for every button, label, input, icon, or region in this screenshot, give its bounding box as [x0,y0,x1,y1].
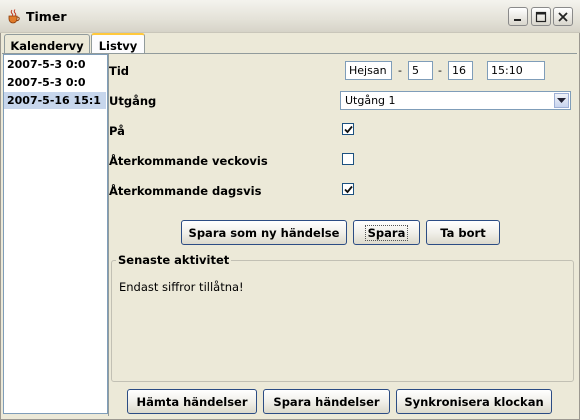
title-bar[interactable] [0,0,580,33]
tab-listvy[interactable]: Listvy [91,33,145,54]
java-cup-icon [6,8,22,24]
list-item-selected[interactable]: 2007-5-16 15:1 [4,92,106,109]
save-as-new-button[interactable]: Spara som ny händelse [181,220,347,245]
checkmark-icon [343,185,353,193]
date-separator: - [398,64,402,77]
maximize-button[interactable] [531,7,551,26]
chevron-down-icon [557,97,566,103]
weekly-label: Återkommande veckovis [109,154,268,168]
close-button[interactable] [553,7,573,26]
on-label: På [109,124,125,138]
delete-button[interactable]: Ta bort [426,220,500,245]
minimize-icon [514,18,521,21]
minimize-button[interactable] [508,7,528,26]
save-button[interactable]: Spara [353,220,420,245]
output-label: Utgång [109,94,157,108]
sync-clock-button[interactable]: Synkronisera klockan [396,389,552,414]
save-button-label: Spara [364,224,409,241]
month-field[interactable]: 5 [408,61,433,80]
weekly-checkbox[interactable] [342,153,354,165]
close-icon [558,11,568,22]
event-name-field[interactable]: Hejsan [345,61,392,80]
activity-message: Endast siffror tillåtna! [119,280,244,294]
output-select[interactable]: Utgång 1 [340,91,571,110]
checkmark-icon [343,125,353,133]
list-item[interactable]: 2007-5-3 0:0 [4,56,106,73]
date-separator: - [438,64,442,77]
maximize-icon [535,11,547,22]
on-checkbox[interactable] [342,123,354,135]
window-title: Timer [26,9,67,24]
tab-kalendervy[interactable]: Kalendervy [4,34,90,53]
activity-panel [111,260,574,382]
activity-title: Senaste aktivitet [116,253,232,267]
list-item[interactable]: 2007-5-3 0:0 [4,74,106,91]
dropdown-arrow-button[interactable] [554,93,569,108]
daily-label: Återkommande dagsvis [109,184,262,198]
save-events-button[interactable]: Spara händelser [263,389,390,414]
daily-checkbox[interactable] [342,183,354,195]
fetch-events-button[interactable]: Hämta händelser [127,389,257,414]
day-field[interactable]: 16 [448,61,473,80]
time-label: Tid [109,64,130,78]
clock-field[interactable]: 15:10 [487,61,545,80]
